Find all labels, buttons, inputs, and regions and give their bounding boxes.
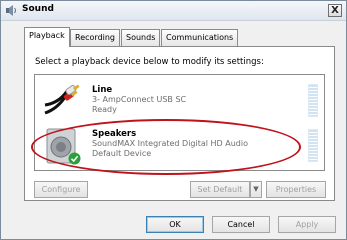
properties-label: Properties (275, 185, 317, 194)
device-detail: SoundMAX Integrated Digital HD Audio (92, 139, 248, 148)
device-list[interactable]: Line 3- AmpConnect USB SC Ready Speakers… (34, 74, 325, 171)
list-item-line[interactable]: Line 3- AmpConnect USB SC Ready (35, 79, 324, 123)
ok-button[interactable]: OK (146, 216, 204, 233)
device-name: Line (92, 85, 113, 95)
apply-button[interactable]: Apply (278, 216, 336, 233)
window-title: Sound (22, 4, 54, 14)
sound-dialog: Sound X Playback Recording Sounds Commun… (0, 0, 347, 240)
cancel-button[interactable]: Cancel (212, 216, 270, 233)
tab-communications[interactable]: Communications (161, 29, 239, 46)
playback-panel: Select a playback device below to modify… (24, 46, 335, 201)
sound-speaker-icon (6, 5, 16, 16)
configure-label: Configure (41, 185, 81, 194)
volume-meter (308, 129, 318, 162)
close-button[interactable]: X (328, 4, 342, 17)
device-detail: 3- AmpConnect USB SC (92, 95, 187, 104)
tab-playback[interactable]: Playback (24, 27, 70, 47)
device-status: Default Device (92, 149, 152, 158)
device-name: Speakers (92, 129, 137, 139)
set-default-dropdown[interactable]: ▼ (250, 181, 262, 198)
instruction-text: Select a playback device below to modify… (35, 57, 264, 67)
properties-button[interactable]: Properties (266, 181, 326, 198)
volume-meter (308, 84, 318, 117)
check-icon (68, 152, 81, 165)
set-default-button[interactable]: Set Default (190, 181, 250, 198)
list-item-speakers[interactable]: Speakers SoundMAX Integrated Digital HD … (35, 125, 324, 169)
set-default-label: Set Default (197, 185, 243, 194)
rca-cable-icon (44, 84, 80, 115)
tab-recording[interactable]: Recording (70, 29, 121, 46)
configure-button[interactable]: Configure (34, 181, 88, 198)
device-status: Ready (92, 105, 117, 114)
title-bar[interactable]: Sound X (1, 1, 346, 21)
chevron-down-icon: ▼ (253, 185, 259, 193)
tab-sounds[interactable]: Sounds (121, 29, 161, 46)
